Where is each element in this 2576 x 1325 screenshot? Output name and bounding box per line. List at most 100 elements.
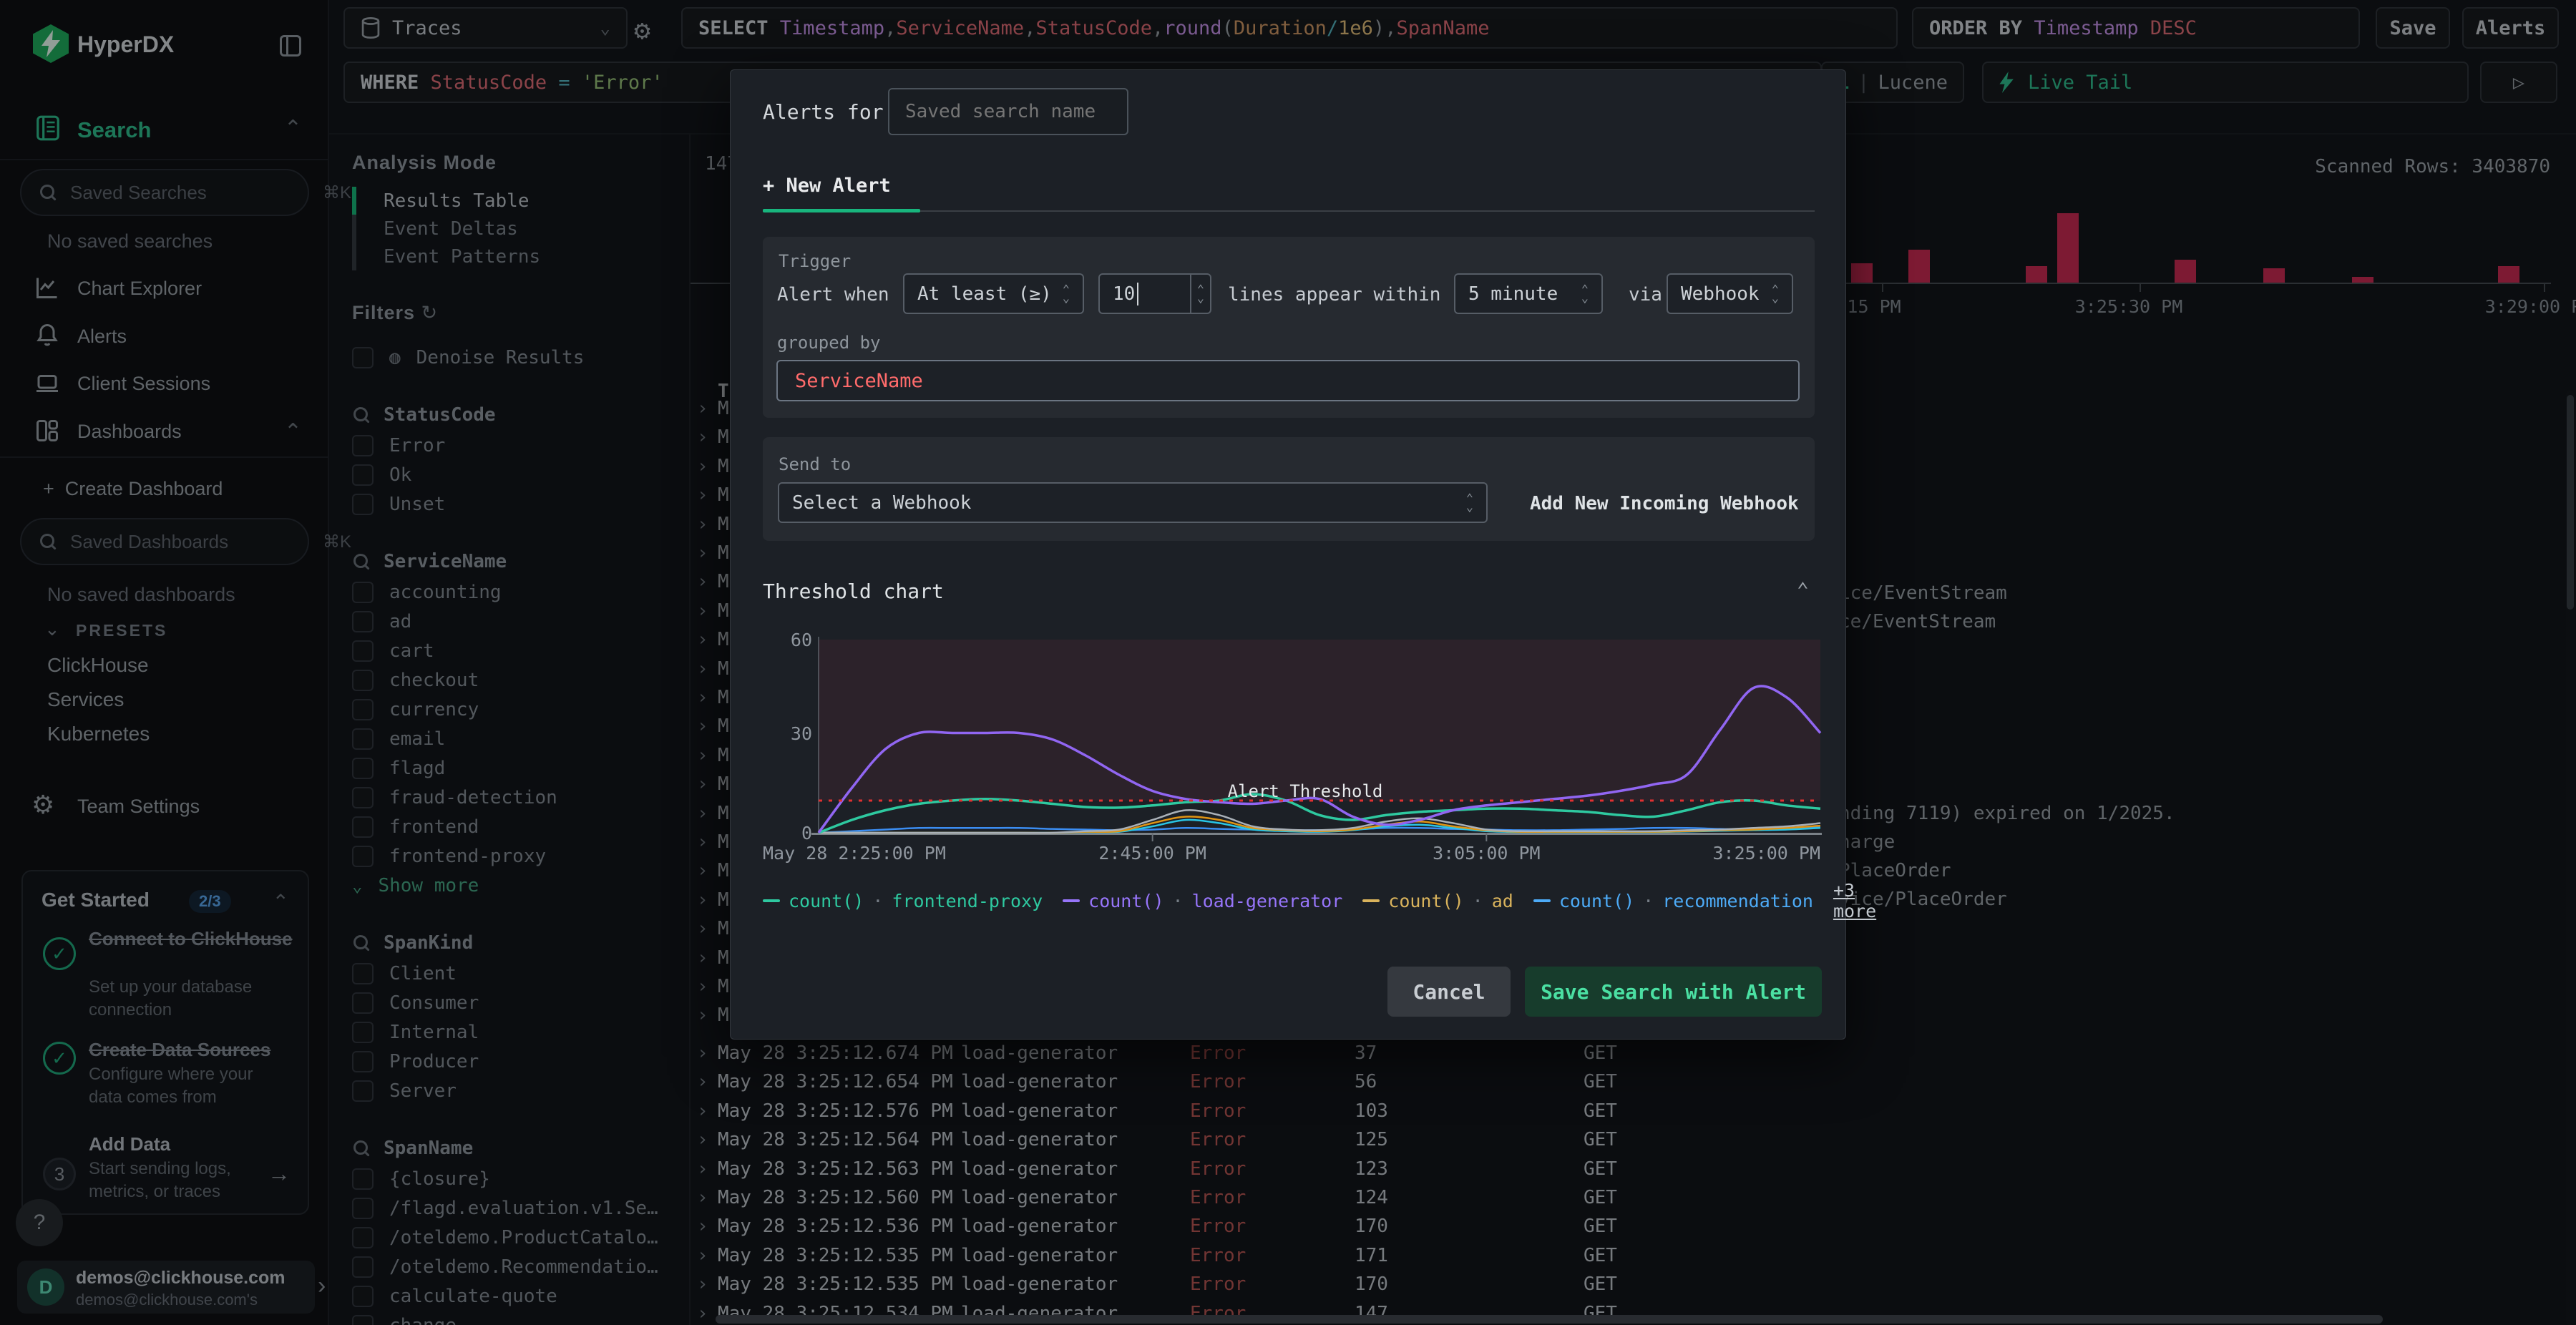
- sidebar-item-alerts[interactable]: Alerts: [77, 326, 127, 348]
- filter-option[interactable]: Unset: [352, 489, 689, 519]
- legend-item[interactable]: count() · load-generator: [1063, 891, 1342, 911]
- saved-searches-input[interactable]: ⌘K: [20, 169, 351, 216]
- sql-orderby-input[interactable]: ORDER BY Timestamp DESC: [1912, 7, 2360, 49]
- row-expand-icon[interactable]: ›: [697, 629, 708, 650]
- legend-more-button[interactable]: +3 more: [1833, 880, 1876, 921]
- sidebar-collapse-icon[interactable]: [278, 33, 303, 59]
- checkbox[interactable]: [352, 610, 374, 632]
- row-expand-icon[interactable]: ›: [697, 1158, 708, 1180]
- filter-option[interactable]: /oteldemo.Recommendatio…: [352, 1252, 689, 1281]
- preset-kubernetes[interactable]: Kubernetes: [47, 723, 150, 745]
- checkbox[interactable]: [352, 1080, 374, 1102]
- row-expand-icon[interactable]: ›: [697, 542, 708, 564]
- filter-option[interactable]: frontend: [352, 812, 689, 841]
- row-expand-icon[interactable]: ›: [697, 456, 708, 477]
- user-menu-chevron-icon[interactable]: ›: [318, 1272, 326, 1300]
- filter-option[interactable]: {closure}: [352, 1164, 689, 1193]
- filter-option[interactable]: email: [352, 724, 689, 753]
- row-expand-icon[interactable]: ›: [697, 1071, 708, 1092]
- checkbox[interactable]: [352, 434, 374, 456]
- refresh-icon[interactable]: ↻: [421, 302, 439, 323]
- scrollbar-thumb[interactable]: [2567, 395, 2574, 610]
- row-expand-icon[interactable]: ›: [697, 831, 708, 853]
- row-expand-icon[interactable]: ›: [697, 1187, 708, 1208]
- table-row[interactable]: › May 28 3:25:12.560 PM load-generator Erro…: [691, 1183, 2562, 1212]
- analysis-mode-tab[interactable]: Event Patterns: [352, 243, 689, 270]
- filter-option[interactable]: /oteldemo.ProductCatalo…: [352, 1223, 689, 1252]
- saved-dashboards-field[interactable]: [69, 529, 311, 554]
- saved-searches-field[interactable]: [69, 180, 311, 205]
- filter-option[interactable]: fraud-detection: [352, 783, 689, 812]
- table-row[interactable]: › May 28 3:25:12.535 PM load-generator Erro…: [691, 1270, 2562, 1299]
- presets-header[interactable]: PRESETS: [76, 621, 167, 640]
- get-started-step-title[interactable]: Connect to ClickHouse: [89, 926, 296, 952]
- alerts-button[interactable]: Alerts: [2462, 7, 2559, 49]
- get-started-step-title[interactable]: Create Data Sources: [89, 1039, 296, 1061]
- checkbox[interactable]: [352, 698, 374, 720]
- channel-select[interactable]: Webhook ⌃ ⌄: [1667, 273, 1793, 314]
- table-row[interactable]: › May 28 3:25:12.536 PM load-generator Erro…: [691, 1212, 2562, 1241]
- checkbox[interactable]: [352, 346, 374, 368]
- checkbox[interactable]: [352, 845, 374, 867]
- filter-option[interactable]: currency: [352, 695, 689, 724]
- sidebar-item-client-sessions[interactable]: Client Sessions: [77, 373, 210, 395]
- window-select[interactable]: 5 minute ⌃ ⌄: [1454, 273, 1603, 314]
- save-search-with-alert-button[interactable]: Save Search with Alert: [1525, 967, 1822, 1017]
- checkbox[interactable]: [352, 728, 374, 750]
- filter-option[interactable]: /flagd.evaluation.v1.Se…: [352, 1193, 689, 1223]
- create-dashboard-button[interactable]: + Create Dashboard: [43, 478, 223, 500]
- checkbox[interactable]: [352, 669, 374, 691]
- source-select[interactable]: Traces ⌄: [343, 7, 628, 49]
- saved-dashboards-input[interactable]: ⌘K: [20, 518, 351, 565]
- sql-select-input[interactable]: SELECT Timestamp,ServiceName,StatusCode,…: [681, 7, 1898, 49]
- help-button[interactable]: ?: [16, 1199, 63, 1246]
- search-icon[interactable]: [352, 1139, 371, 1158]
- row-expand-icon[interactable]: ›: [697, 1216, 708, 1237]
- checkbox[interactable]: [352, 464, 374, 486]
- user-menu[interactable]: D demos@clickhouse.com demos@clickhouse.…: [17, 1261, 315, 1314]
- checkbox[interactable]: [352, 786, 374, 808]
- search-icon[interactable]: [352, 406, 371, 424]
- play-button[interactable]: ▷: [2480, 62, 2557, 103]
- checkbox[interactable]: [352, 1285, 374, 1307]
- live-tail-button[interactable]: Live Tail: [1982, 62, 2469, 103]
- sidebar-item-search[interactable]: Search: [77, 117, 151, 143]
- table-row[interactable]: › May 28 3:25:12.576 PM load-generator Erro…: [691, 1097, 2562, 1125]
- threshold-collapse-chevron-icon[interactable]: ⌃: [1797, 578, 1809, 602]
- filter-option[interactable]: flagd: [352, 753, 689, 783]
- checkbox[interactable]: [352, 992, 374, 1014]
- presets-chevron-icon[interactable]: ⌄: [44, 618, 60, 640]
- checkbox[interactable]: [352, 493, 374, 515]
- table-row[interactable]: › May 28 3:25:12.563 PM load-generator Erro…: [691, 1155, 2562, 1183]
- row-expand-icon[interactable]: ›: [697, 571, 708, 592]
- row-expand-icon[interactable]: ›: [697, 745, 708, 766]
- threshold-chart[interactable]: [817, 640, 1822, 841]
- webhook-select[interactable]: Select a Webhook ⌃ ⌄: [778, 482, 1488, 523]
- row-expand-icon[interactable]: ›: [697, 600, 708, 622]
- table-row[interactable]: › May 28 3:25:12.564 PM load-generator Erro…: [691, 1125, 2562, 1154]
- analysis-mode-tab[interactable]: Event Deltas: [352, 215, 689, 243]
- row-expand-icon[interactable]: ›: [697, 1129, 708, 1150]
- denoise-toggle[interactable]: ◍ Denoise Results: [352, 343, 689, 372]
- filter-option[interactable]: Internal: [352, 1017, 689, 1047]
- checkbox[interactable]: [352, 1314, 374, 1325]
- checkbox[interactable]: [352, 1197, 374, 1219]
- row-expand-icon[interactable]: ›: [697, 426, 708, 448]
- tab-new-alert[interactable]: + New Alert: [763, 175, 891, 197]
- sidebar-item-chart-explorer[interactable]: Chart Explorer: [77, 278, 202, 300]
- dashboards-collapse-chevron-icon[interactable]: ⌃: [284, 419, 302, 444]
- get-started-collapse-chevron-icon[interactable]: ⌃: [273, 890, 289, 914]
- threshold-input[interactable]: 10 ⌃ ⌄: [1098, 273, 1211, 314]
- row-expand-icon[interactable]: ›: [697, 947, 708, 969]
- table-row[interactable]: › May 28 3:25:12.654 PM load-generator Erro…: [691, 1067, 2562, 1096]
- legend-item[interactable]: count() · frontend-proxy: [763, 891, 1043, 911]
- checkbox[interactable]: [352, 1050, 374, 1072]
- table-row[interactable]: › May 28 3:25:12.535 PM load-generator Erro…: [691, 1241, 2562, 1270]
- horizontal-scrollbar[interactable]: [716, 1315, 2383, 1324]
- filter-option[interactable]: accounting: [352, 577, 689, 607]
- filter-option[interactable]: change: [352, 1311, 689, 1325]
- filter-option[interactable]: cart: [352, 636, 689, 665]
- saved-search-name-input[interactable]: [888, 88, 1128, 135]
- search-icon[interactable]: [352, 552, 371, 571]
- source-settings-gear-icon[interactable]: ⚙: [634, 14, 650, 46]
